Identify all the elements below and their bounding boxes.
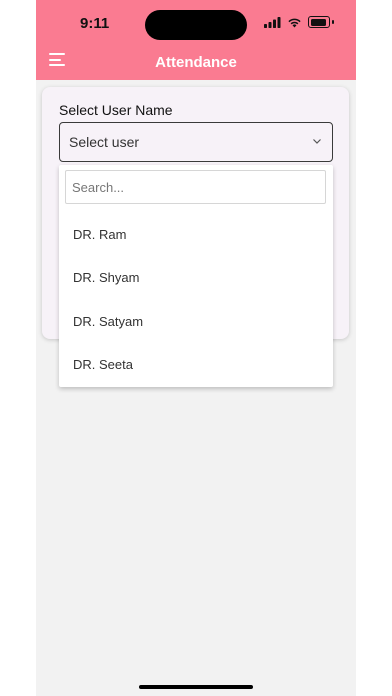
battery-tip — [332, 20, 334, 24]
user-dropdown-menu: DR. Ram DR. Shyam DR. Satyam DR. Seeta — [59, 165, 333, 387]
chevron-down-icon — [313, 139, 321, 144]
dynamic-island — [145, 10, 247, 40]
option-dr-ram[interactable]: DR. Ram — [59, 217, 333, 253]
option-label: DR. Shyam — [73, 270, 140, 285]
search-input[interactable] — [65, 170, 326, 204]
status-time: 9:11 — [80, 15, 110, 32]
page-title: Attendance — [155, 54, 237, 71]
app-screen: 9:11 Attendance Select User Name Select … — [36, 0, 356, 696]
option-dr-shyam[interactable]: DR. Shyam — [59, 260, 333, 296]
option-label: DR. Ram — [73, 227, 127, 242]
option-dr-satyam[interactable]: DR. Satyam — [59, 304, 333, 340]
home-indicator[interactable] — [139, 685, 253, 689]
signal-icon — [264, 16, 281, 28]
battery-icon — [308, 16, 330, 28]
option-dr-seeta[interactable]: DR. Seeta — [59, 347, 333, 383]
option-label: DR. Satyam — [73, 314, 144, 329]
user-select-dropdown[interactable]: Select user — [59, 122, 333, 162]
app-header: 9:11 Attendance — [36, 0, 356, 80]
select-user-label: Select User Name — [59, 102, 173, 118]
select-value: Select user — [69, 134, 140, 150]
option-label: DR. Seeta — [73, 357, 133, 372]
wifi-icon — [288, 18, 301, 27]
status-icons — [264, 16, 334, 28]
